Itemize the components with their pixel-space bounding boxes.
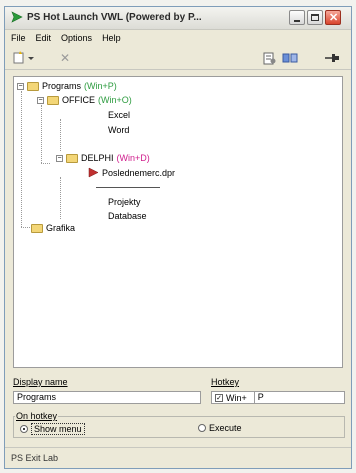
node-label: Database	[108, 211, 147, 221]
tree-node-projekty[interactable]: Projekty	[108, 197, 141, 207]
win-label: Win+	[226, 392, 247, 403]
display-name-label: Display name	[13, 377, 68, 387]
tree-connector	[21, 91, 22, 227]
menu-file[interactable]: File	[11, 33, 26, 43]
tree-connector	[21, 227, 30, 228]
tree-connector	[60, 119, 61, 151]
toolbar: ✕	[5, 47, 351, 70]
minimize-icon	[294, 20, 300, 22]
node-label: OFFICE	[62, 95, 95, 105]
node-hotkey: (Win+D)	[116, 153, 150, 163]
program-tree[interactable]: − Programs (Win+P) − OFFICE (Win+O) Exce…	[13, 76, 343, 368]
menu-help[interactable]: Help	[102, 33, 121, 43]
new-item-button[interactable]	[11, 50, 37, 66]
pin-icon	[325, 54, 339, 62]
show-menu-option[interactable]: Show menu	[20, 423, 85, 435]
node-label: Projekty	[108, 197, 141, 207]
tree-node-excel[interactable]: Excel	[108, 110, 130, 120]
tree-node-programs[interactable]: − Programs (Win+P)	[17, 81, 117, 91]
tree-connector	[41, 105, 42, 163]
menu-bar: File Edit Options Help	[5, 30, 351, 46]
collapse-icon[interactable]: −	[17, 82, 24, 90]
hotkey-field: ✓ Win+ P	[211, 391, 345, 404]
title-bar[interactable]: PS Hot Launch VWL (Powered by P... ✕	[5, 7, 351, 30]
display-name-input[interactable]: Programs	[13, 391, 201, 404]
folder-icon	[31, 223, 43, 233]
collapse-icon[interactable]: −	[37, 96, 44, 104]
execute-option[interactable]: Execute	[198, 423, 242, 433]
menu-edit[interactable]: Edit	[36, 33, 52, 43]
execute-label: Execute	[209, 423, 242, 433]
window-title: PS Hot Launch VWL (Powered by P...	[27, 12, 202, 23]
maximize-button[interactable]	[307, 10, 323, 25]
folder-icon	[66, 153, 78, 163]
folder-icon	[27, 81, 39, 91]
delete-x-icon: ✕	[59, 51, 71, 65]
close-button[interactable]: ✕	[325, 10, 341, 25]
node-label: Grafika	[46, 223, 76, 233]
tree-node-database[interactable]: Database	[108, 211, 147, 221]
node-label: Poslednemerc.dpr	[102, 167, 176, 178]
maximize-icon	[311, 14, 319, 21]
status-bar: PS Exit Lab	[5, 447, 351, 468]
node-label: Programs	[42, 81, 82, 91]
folder-icon	[47, 95, 59, 105]
node-hotkey: (Win+O)	[98, 95, 132, 105]
show-menu-label: Show menu	[31, 423, 85, 435]
node-label: Word	[108, 125, 130, 135]
node-label: DELPHI	[81, 153, 114, 163]
pin-button[interactable]	[323, 50, 341, 66]
tree-node-delphi[interactable]: − DELPHI (Win+D)	[56, 153, 150, 163]
properties-button[interactable]	[261, 50, 277, 66]
delphi-file-icon	[88, 167, 99, 178]
hotkey-input[interactable]: P	[253, 392, 264, 403]
node-hotkey: (Win+P)	[84, 81, 117, 91]
execute-radio[interactable]	[198, 424, 206, 432]
show-menu-radio[interactable]	[20, 425, 28, 433]
on-hotkey-label: On hotkey	[15, 411, 59, 421]
tree-node-word[interactable]: Word	[108, 125, 129, 135]
delete-button[interactable]: ✕	[57, 50, 73, 66]
tree-separator	[96, 187, 160, 188]
win-checkbox[interactable]: ✓	[215, 393, 223, 402]
minimize-button[interactable]	[289, 10, 305, 25]
tree-connector	[41, 163, 50, 164]
tree-node-project-file[interactable]: Poslednemerc.dpr	[88, 167, 175, 178]
run-icon	[282, 53, 298, 63]
close-icon: ✕	[329, 12, 339, 24]
on-hotkey-group: Show menu Execute	[13, 416, 345, 438]
tree-node-office[interactable]: − OFFICE (Win+O)	[37, 95, 132, 105]
menu-options[interactable]: Options	[61, 33, 92, 43]
collapse-icon[interactable]: −	[56, 154, 63, 162]
green-arrow-icon	[11, 11, 23, 23]
hotkey-label: Hotkey	[211, 377, 240, 387]
tree-node-grafika[interactable]: Grafika	[31, 223, 75, 233]
run-button[interactable]	[281, 50, 299, 66]
node-label: Excel	[108, 110, 131, 120]
new-item-icon	[13, 51, 34, 64]
app-window: PS Hot Launch VWL (Powered by P... ✕ Fil…	[4, 6, 352, 469]
tree-connector	[60, 177, 61, 219]
properties-icon	[263, 52, 276, 65]
